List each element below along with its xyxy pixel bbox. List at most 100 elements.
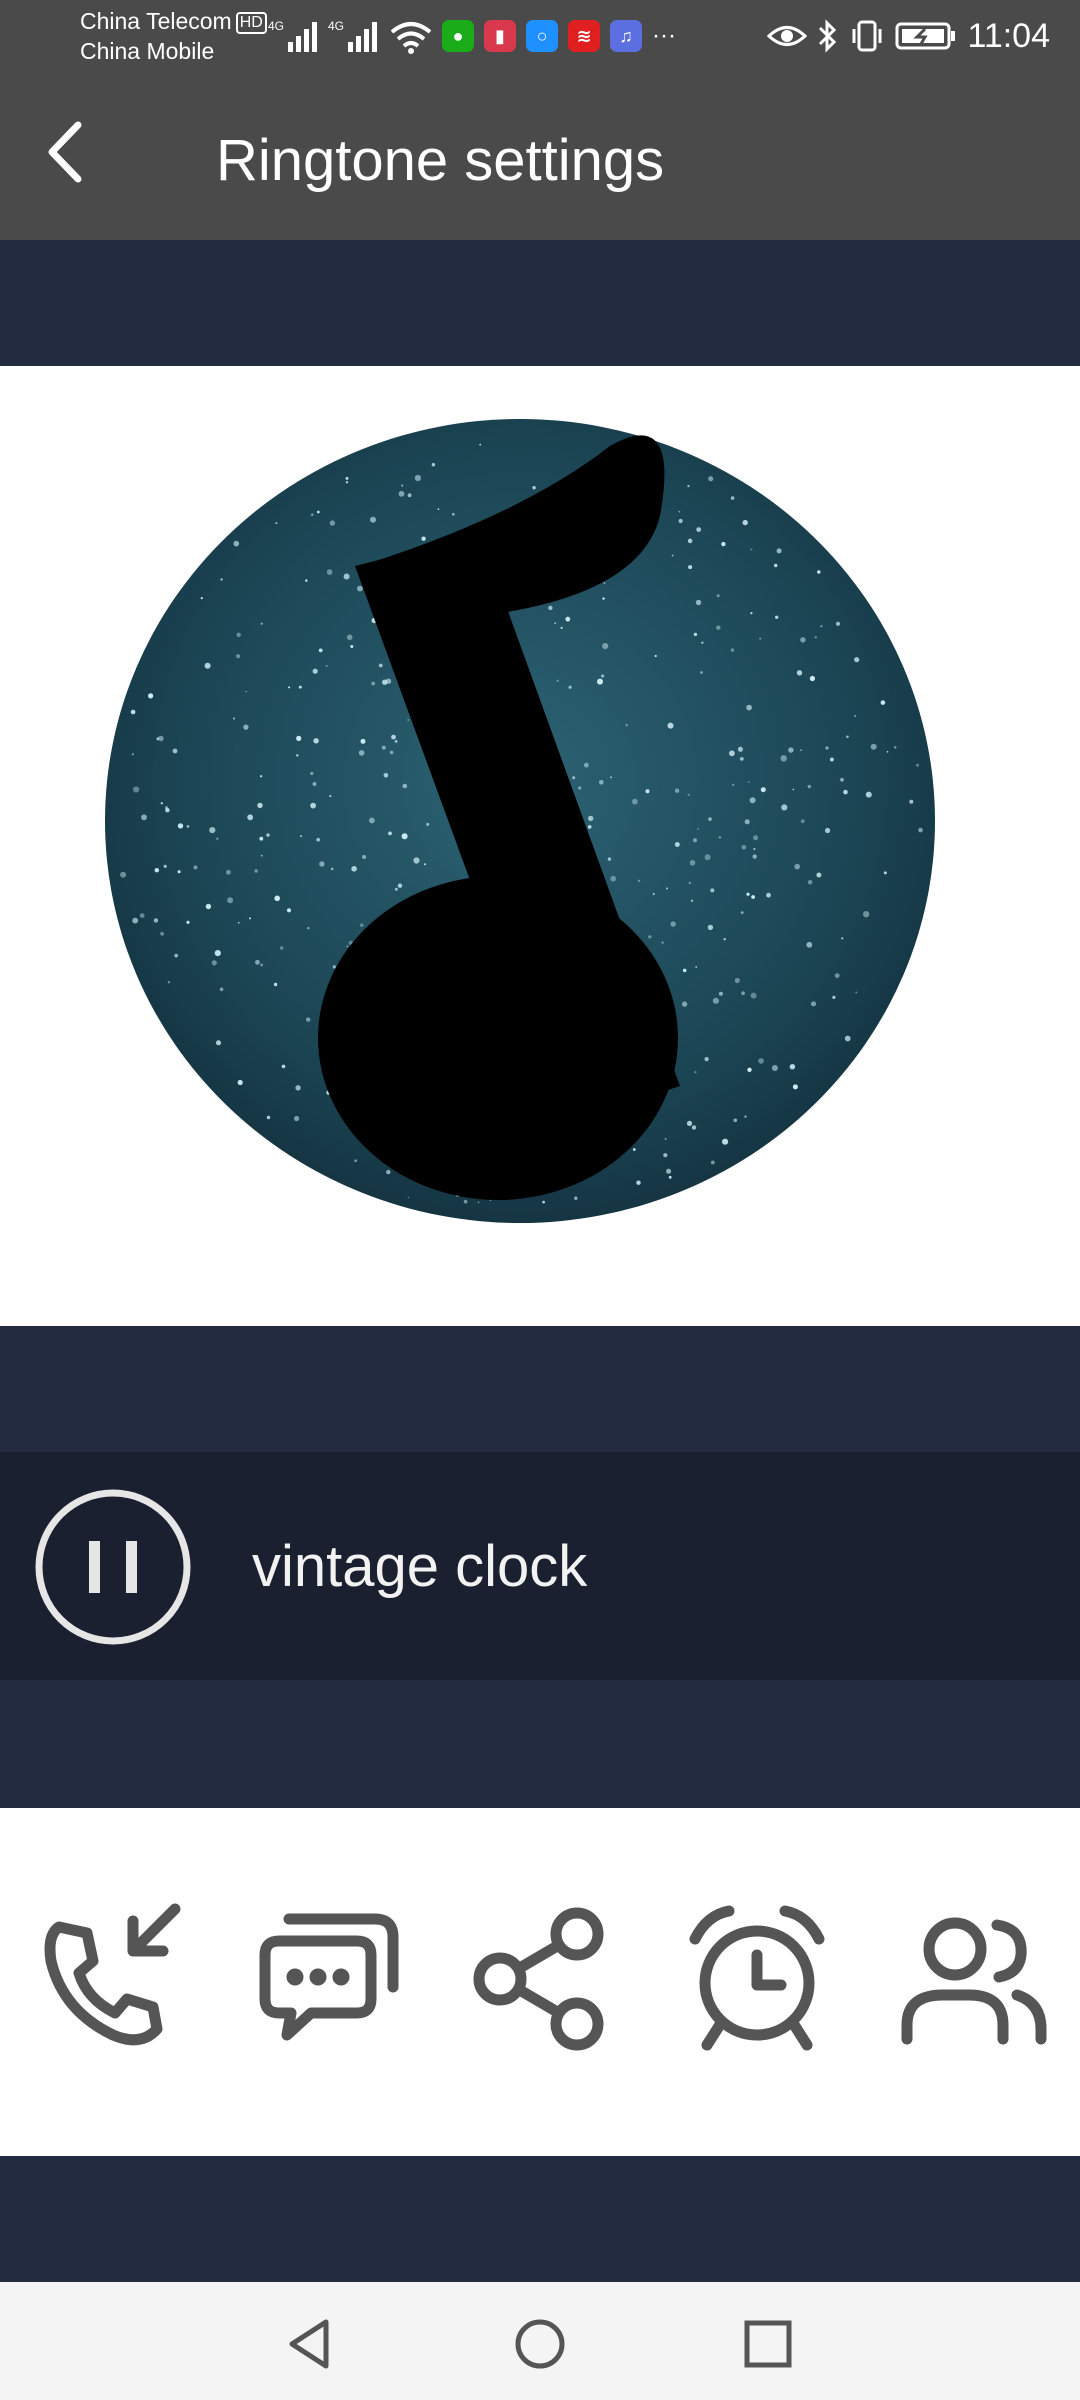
glitter-sparkle	[688, 881, 691, 885]
glitter-sparkle	[800, 749, 802, 752]
glitter-sparkle	[232, 717, 236, 720]
glitter-sparkle	[236, 632, 241, 637]
glitter-sparkle	[532, 486, 536, 490]
svg-text:4G: 4G	[328, 19, 344, 33]
glitter-sparkle	[312, 782, 317, 786]
glitter-sparkle	[402, 783, 408, 789]
nav-home-button[interactable]	[500, 2304, 580, 2384]
glitter-sparkle	[636, 1180, 641, 1185]
glitter-sparkle	[160, 931, 165, 936]
music-note-icon	[105, 419, 935, 1223]
glitter-sparkle	[318, 648, 323, 653]
glitter-sparkle	[414, 474, 421, 482]
ringtone-artwork	[0, 366, 1080, 1326]
glitter-sparkle	[407, 1196, 410, 1199]
glitter-sparkle	[300, 835, 303, 838]
glitter-sparkle	[603, 582, 606, 584]
glitter-sparkle	[312, 668, 318, 674]
glitter-sparkle	[775, 615, 779, 619]
track-name: vintage clock	[252, 1534, 588, 1599]
glitter-sparkle	[205, 903, 212, 910]
share-button[interactable]	[455, 1894, 625, 2064]
glitter-sparkle	[792, 788, 795, 791]
glitter-sparkle	[389, 750, 394, 755]
glitter-sparkle	[792, 1084, 798, 1090]
glitter-sparkle	[721, 541, 726, 547]
glitter-sparkle	[542, 1200, 545, 1204]
glitter-sparkle	[607, 857, 612, 861]
glitter-sparkle	[397, 883, 403, 888]
glitter-sparkle	[260, 775, 263, 778]
glitter-sparkle	[682, 968, 687, 973]
glitter-sparkle	[424, 863, 426, 866]
glitter-sparkle	[834, 973, 840, 978]
glitter-sparkle	[325, 664, 328, 667]
glitter-sparkle	[718, 991, 723, 996]
glitter-sparkle	[710, 1160, 715, 1165]
glitter-sparkle	[426, 822, 430, 826]
glitter-sparkle	[254, 869, 258, 873]
glitter-sparkle	[695, 599, 702, 606]
nav-recents-button[interactable]	[728, 2304, 808, 2384]
nav-back-button[interactable]	[270, 2304, 350, 2384]
glitter-sparkle	[825, 827, 831, 834]
glitter-sparkle	[407, 719, 410, 721]
glitter-sparkle	[266, 1115, 271, 1120]
glitter-sparkle	[645, 789, 650, 794]
chat-bubbles-icon	[259, 1913, 399, 2041]
set-alarm-button[interactable]	[672, 1894, 842, 2064]
triangle-back-icon	[289, 2319, 329, 2369]
glitter-sparkle	[794, 863, 800, 870]
glitter-sparkle	[588, 815, 594, 822]
glitter-sparkle	[421, 536, 426, 541]
set-call-ringtone-button[interactable]	[24, 1894, 194, 2064]
glitter-sparkle	[554, 622, 557, 625]
glitter-sparkle	[610, 776, 612, 779]
set-message-tone-button[interactable]	[240, 1894, 410, 2064]
carrier-2: China Mobile	[80, 38, 215, 64]
glitter-sparkle	[295, 1085, 301, 1091]
glitter-sparkle	[394, 887, 398, 891]
glitter-sparkle	[747, 781, 750, 783]
glitter-sparkle	[156, 737, 160, 741]
glitter-sparkle	[227, 897, 234, 904]
glitter-sparkle	[255, 959, 260, 965]
glitter-sparkle	[310, 513, 314, 516]
glitter-sparkle	[689, 860, 696, 866]
bluetooth-icon	[819, 19, 837, 53]
back-button[interactable]	[30, 112, 100, 192]
glitter-sparkle	[354, 1159, 357, 1162]
glitter-sparkle	[796, 670, 803, 676]
glitter-sparkle	[637, 879, 641, 882]
glitter-sparkle	[883, 871, 887, 875]
glitter-sparkle	[750, 992, 757, 999]
glitter-sparkle	[870, 743, 877, 750]
glitter-sparkle	[560, 626, 563, 629]
pause-button[interactable]	[34, 1488, 192, 1646]
glitter-sparkle	[360, 738, 366, 744]
glitter-sparkle	[385, 678, 392, 684]
glitter-sparkle	[723, 938, 726, 941]
glitter-sparkle	[766, 892, 771, 898]
glitter-sparkle	[233, 540, 240, 547]
glitter-sparkle	[259, 836, 264, 841]
glitter-sparkle	[916, 763, 919, 767]
glitter-sparkle	[332, 965, 336, 969]
music-app-icon: ♫	[610, 20, 642, 52]
glitter-sparkle	[120, 871, 127, 878]
glitter-sparkle	[167, 981, 171, 984]
glitter-sparkle	[733, 1118, 738, 1123]
glitter-sparkle	[708, 476, 714, 482]
glitter-sparkle	[760, 787, 766, 793]
glitter-sparkle	[388, 831, 392, 836]
glitter-sparkle	[602, 597, 605, 600]
glitter-sparkle	[759, 637, 762, 640]
glitter-sparkle	[587, 825, 592, 829]
glitter-sparkle	[718, 836, 722, 839]
glitter-sparkle	[701, 641, 704, 644]
glitter-sparkle	[671, 554, 674, 557]
glitter-sparkle	[610, 875, 616, 882]
glitter-sparkle	[753, 847, 756, 851]
set-contact-ringtone-button[interactable]	[888, 1894, 1058, 2064]
glitter-sparkle	[572, 776, 576, 780]
